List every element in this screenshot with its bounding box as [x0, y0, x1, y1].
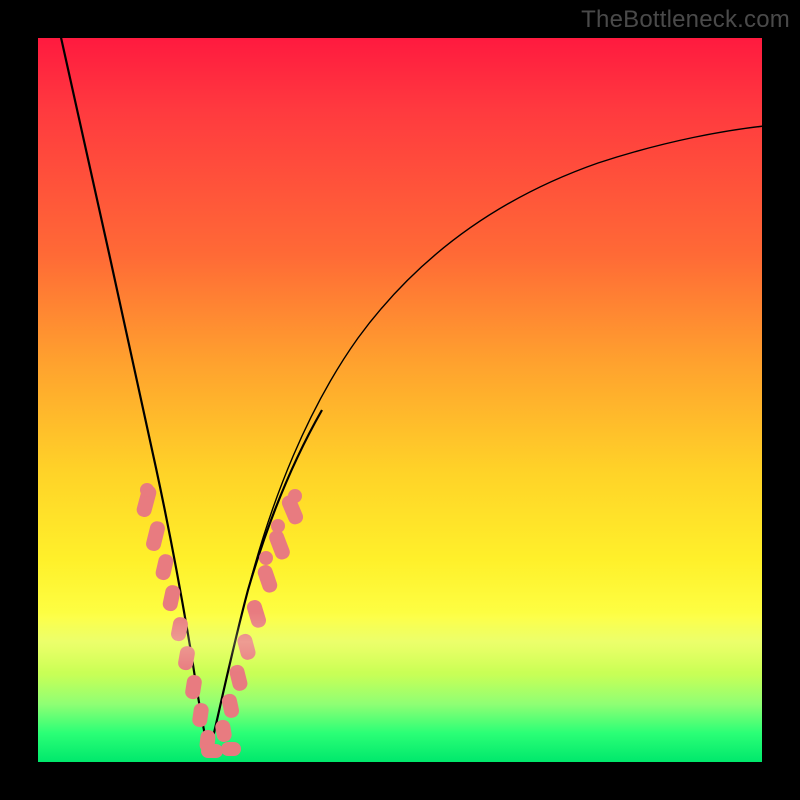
curve-group [60, 33, 764, 754]
plot-area [38, 38, 762, 762]
right-curve [209, 126, 764, 754]
outer-frame: TheBottleneck.com [0, 0, 800, 800]
bead-cap-left-top [140, 483, 154, 497]
left-curve [60, 33, 209, 754]
bead-cap-right-top [288, 489, 302, 503]
chart-canvas [38, 38, 762, 762]
beads-bottom [201, 742, 241, 758]
beads-left [135, 484, 216, 753]
watermark-text: TheBottleneck.com [581, 6, 790, 34]
beads-right [214, 493, 305, 743]
